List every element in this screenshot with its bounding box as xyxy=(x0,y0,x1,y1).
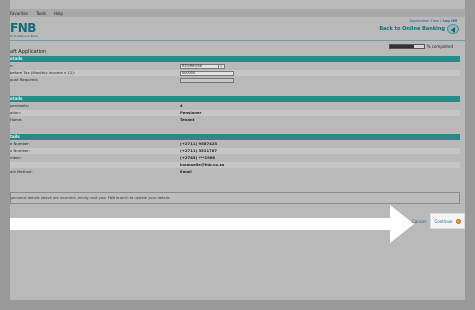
loan-type-select[interactable]: R20/R69/48 v xyxy=(180,63,225,69)
continue-button[interactable]: Continue xyxy=(430,213,465,229)
occupation-value: Pensioner xyxy=(180,110,202,115)
contact-row: act Method: Email xyxy=(10,169,460,175)
personal-row: ation: Pensioner xyxy=(10,110,460,116)
personal-row: pendants: 4 xyxy=(10,103,460,109)
cell-number-label: mber: xyxy=(10,155,22,160)
menu-item-help[interactable]: Help xyxy=(54,11,63,16)
continue-go-icon xyxy=(455,218,461,224)
back-to-online-banking-link[interactable]: Back to Online Banking xyxy=(379,26,445,32)
menu-item-tools[interactable]: Tools xyxy=(36,11,46,16)
logo-subtitle: First National Bank xyxy=(10,34,39,38)
loan-type-select-value: R20/R69/48 xyxy=(182,63,202,68)
work-phone-value: (+2711) 3521767 xyxy=(180,148,218,153)
amount-label: ount Required: xyxy=(10,77,39,82)
header-links: Application Flow | Log Off xyxy=(410,19,458,23)
dependants-label: pendants: xyxy=(10,103,30,108)
progress-label: % completed xyxy=(426,44,453,49)
contact-row: e Number: (+2711) 3521767 xyxy=(10,148,460,154)
loan-row-amount: ount Required: xyxy=(10,77,460,83)
application-flow-link[interactable]: Application Flow xyxy=(410,19,439,23)
details-notice: personal details above are incorrect, ki… xyxy=(10,192,460,204)
log-off-link[interactable]: Log Off xyxy=(442,19,457,23)
menu-bar: Favorites Tools Help xyxy=(10,9,465,17)
work-phone-label: e Number: xyxy=(10,148,31,153)
home-value: Tenant xyxy=(180,117,195,122)
page-title: aft Application xyxy=(10,49,47,55)
back-arrow-icon[interactable] xyxy=(447,24,459,34)
income-label: before Tax (Monthly Income x 12): xyxy=(10,70,76,75)
site-header: FNB First National Bank Application Flow… xyxy=(10,17,465,41)
section-header-loan-details: etails xyxy=(10,56,460,62)
contact-method-value: Email xyxy=(180,169,192,174)
chevron-down-icon[interactable]: v xyxy=(218,64,223,68)
contact-row: e Number: (+2711) 9587425 xyxy=(10,141,460,147)
annotation-arrow-icon xyxy=(390,205,414,243)
loan-row-type: n: R20/R69/48 v xyxy=(10,63,460,69)
section-header-personal-details: etails xyxy=(10,96,460,102)
contact-row: mber: (+2783) ***1986 xyxy=(10,155,460,161)
loan-type-label: n: xyxy=(10,63,14,68)
fnb-logo: FNB xyxy=(10,21,36,35)
occupation-label: ation: xyxy=(10,110,21,115)
menu-item-favorites[interactable]: Favorites xyxy=(10,11,28,16)
browser-page: Favorites Tools Help FNB First National … xyxy=(10,0,465,300)
email-value: lnamaelie@fnb.co.za xyxy=(180,162,225,167)
home-phone-value: (+2711) 9587425 xyxy=(180,141,218,146)
contact-row: lnamaelie@fnb.co.za xyxy=(10,162,460,168)
cancel-link[interactable]: Cancel xyxy=(412,219,426,224)
progress-indicator: % completed xyxy=(388,44,453,49)
section-header-contact-details: tails xyxy=(10,134,460,140)
home-label: Home: xyxy=(10,117,23,122)
loan-row-income: before Tax (Monthly Income x 12): 000000 xyxy=(10,70,460,76)
dependants-value: 4 xyxy=(180,103,183,108)
contact-method-label: act Method: xyxy=(10,169,33,174)
income-input[interactable]: 000000 xyxy=(180,70,234,76)
amount-input[interactable] xyxy=(180,77,234,83)
cell-number-value: (+2783) ***1986 xyxy=(180,155,216,160)
personal-row: Home: Tenant xyxy=(10,117,460,123)
continue-label: Continue xyxy=(434,218,453,224)
progress-fill xyxy=(389,45,414,48)
home-phone-label: e Number: xyxy=(10,141,31,146)
annotation-arrow-shaft xyxy=(10,218,395,230)
progress-bar xyxy=(388,44,425,49)
